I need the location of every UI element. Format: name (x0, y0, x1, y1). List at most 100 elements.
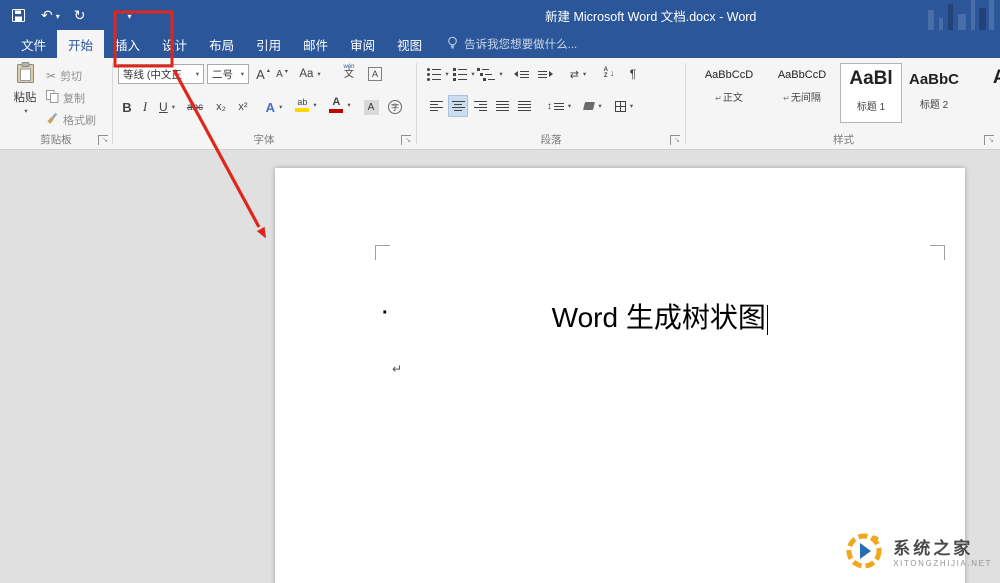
style-preview: Aa (975, 67, 1000, 89)
subscript-button[interactable]: x₂ (211, 96, 231, 118)
style-normal[interactable]: AaBbCcD ↵正文 (695, 63, 763, 123)
line-spacing-dropdown-icon[interactable]: ▾ (568, 102, 571, 110)
cut-button[interactable]: ✂ 剪切 (46, 66, 82, 86)
document-heading[interactable]: Word 生成树状图 (375, 296, 945, 336)
strikethrough-button[interactable]: abc (183, 96, 207, 118)
font-group-label: 字体 (113, 132, 415, 147)
paragraph-group: ▾ ▾ ▾ ⇄ ▾ AZ ↓ (418, 58, 684, 149)
character-border-button[interactable]: A (365, 63, 385, 85)
numbering-dropdown-icon[interactable]: ▾ (471, 70, 474, 78)
multilevel-dropdown-icon[interactable]: ▾ (499, 70, 502, 78)
font-name-value: 等线 (中文正 (123, 67, 182, 82)
asian-layout-icon: ⇄ (570, 68, 579, 81)
group-separator (685, 63, 686, 144)
shading-button[interactable]: ▾ (580, 95, 606, 117)
style-preview: AaBl (841, 68, 901, 90)
undo-button[interactable]: ↶ (41, 0, 53, 30)
align-right-button[interactable] (470, 95, 490, 117)
bullets-button[interactable]: ▾ (426, 63, 450, 85)
font-size-combo[interactable]: 二号 ▾ (207, 64, 249, 84)
styles-group-label: 样式 (687, 132, 1000, 147)
qat-customize-icon[interactable]: ▾ (127, 1, 131, 31)
margin-crop-mark-right (930, 245, 945, 260)
bold-button[interactable]: B (119, 96, 135, 118)
show-hide-marks-button[interactable]: ¶ (624, 63, 642, 85)
phonetic-guide-button[interactable]: wén文 (337, 61, 361, 83)
underline-glyph: U (159, 100, 168, 114)
underline-dropdown-icon[interactable]: ▾ (172, 103, 175, 111)
justify-button[interactable] (492, 95, 512, 117)
text-effects-glyph: A (266, 100, 275, 115)
style-heading-1[interactable]: AaBl 标题 1 (840, 63, 902, 123)
line-spacing-arrow-icon: ↕ (547, 101, 552, 112)
align-center-icon (452, 101, 465, 111)
tab-design[interactable]: 设计 (151, 30, 198, 58)
margin-crop-mark-left (375, 245, 390, 260)
line-spacing-button[interactable]: ↕ ▾ (544, 95, 574, 117)
numbering-button[interactable]: ▾ (452, 63, 476, 85)
tab-home[interactable]: 开始 (57, 30, 104, 58)
decrease-indent-button[interactable] (510, 63, 532, 85)
copy-button[interactable]: 复制 (46, 88, 85, 108)
text-effects-button[interactable]: A ▾ (261, 96, 287, 118)
line-spacing-lines-icon (554, 103, 564, 110)
bold-glyph: B (122, 100, 131, 115)
font-size-dropdown-icon[interactable]: ▾ (238, 70, 244, 78)
style-no-spacing[interactable]: AaBbCcD ↵无间隔 (768, 63, 836, 123)
tab-references[interactable]: 引用 (245, 30, 292, 58)
redo-button[interactable]: ↻ (74, 0, 86, 30)
paste-dropdown-icon[interactable]: ▾ (24, 107, 27, 115)
paragraph-dialog-launcher-icon[interactable]: ↘ (670, 135, 680, 145)
grow-font-button[interactable]: A▴ (254, 63, 272, 85)
asian-layout-dropdown-icon[interactable]: ▾ (583, 70, 586, 78)
borders-dropdown-icon[interactable]: ▾ (630, 102, 633, 110)
enclose-characters-button[interactable]: 字 (385, 96, 405, 118)
shading-bucket-icon (583, 102, 595, 110)
tab-view[interactable]: 视图 (386, 30, 433, 58)
font-name-dropdown-icon[interactable]: ▾ (193, 70, 199, 78)
superscript-button[interactable]: x² (233, 96, 253, 118)
sort-button[interactable]: AZ ↓ (598, 62, 620, 84)
change-case-dropdown-icon[interactable]: ▾ (317, 70, 320, 78)
highlight-color-button[interactable]: ab ▾ (291, 94, 321, 116)
font-name-combo[interactable]: 等线 (中文正 ▾ (118, 64, 204, 84)
borders-button[interactable]: ▾ (610, 95, 638, 117)
font-group: 等线 (中文正 ▾ 二号 ▾ A▴ A▾ Aa ▾ wén文 A (113, 58, 415, 149)
align-left-button[interactable] (426, 95, 446, 117)
shading-dropdown-icon[interactable]: ▾ (598, 102, 601, 110)
tab-layout[interactable]: 布局 (198, 30, 245, 58)
bullets-dropdown-icon[interactable]: ▾ (445, 70, 448, 78)
align-center-button[interactable] (448, 95, 468, 117)
tab-file[interactable]: 文件 (10, 30, 57, 58)
shrink-font-button[interactable]: A▾ (273, 63, 291, 85)
clipboard-dialog-launcher-icon[interactable]: ↘ (98, 135, 108, 145)
style-heading-2[interactable]: AaBbC 标题 2 (906, 63, 962, 123)
document-page[interactable]: · Word 生成树状图 ↵ (275, 168, 965, 583)
save-icon[interactable] (12, 0, 25, 30)
change-case-button[interactable]: Aa ▾ (297, 63, 323, 85)
styles-dialog-launcher-icon[interactable]: ↘ (984, 135, 994, 145)
subscript-glyph: x₂ (216, 101, 226, 113)
tab-mailings[interactable]: 邮件 (292, 30, 339, 58)
titlebar-decoration (860, 0, 1000, 30)
distribute-button[interactable] (514, 95, 534, 117)
italic-button[interactable]: I (139, 96, 151, 118)
style-heading-3[interactable]: Aa (975, 63, 1000, 123)
tab-insert[interactable]: 插入 (104, 30, 151, 58)
font-color-button[interactable]: A ▾ (325, 94, 355, 116)
undo-dropdown-icon[interactable]: ▾ (56, 1, 60, 31)
increase-indent-button[interactable] (534, 63, 556, 85)
paste-button[interactable]: 粘贴 ▾ (6, 62, 44, 136)
tell-me-box[interactable]: 告诉我您想要做什么... (447, 30, 577, 58)
style-name: 标题 2 (920, 100, 948, 111)
format-painter-button[interactable]: 格式刷 (46, 110, 96, 130)
multilevel-list-button[interactable]: ▾ (478, 63, 502, 85)
font-dialog-launcher-icon[interactable]: ↘ (401, 135, 411, 145)
underline-button[interactable]: U ▾ (155, 96, 179, 118)
character-shading-button[interactable]: A (361, 96, 381, 118)
font-color-dropdown-icon[interactable]: ▾ (347, 101, 350, 109)
highlight-dropdown-icon[interactable]: ▾ (313, 101, 316, 109)
tab-review[interactable]: 审阅 (339, 30, 386, 58)
asian-layout-button[interactable]: ⇄ ▾ (564, 63, 592, 85)
text-effects-dropdown-icon[interactable]: ▾ (279, 103, 282, 111)
